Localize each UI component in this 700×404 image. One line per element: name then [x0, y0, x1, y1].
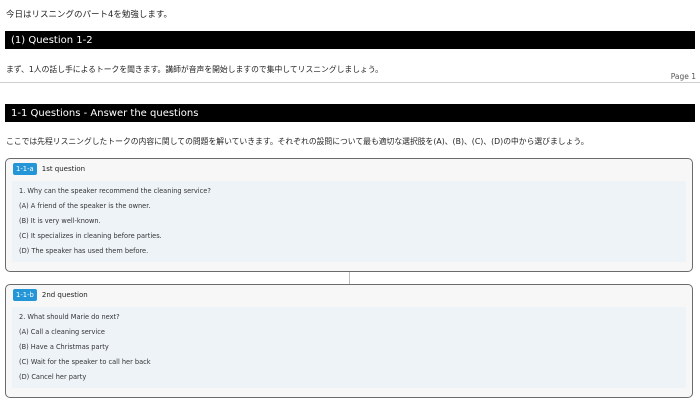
question-badge: 1-1-b [13, 289, 37, 301]
question-header: 1-1-b 2nd question [6, 285, 692, 305]
question-card: 1-1-a 1st question 1. Why can the speake… [5, 158, 693, 272]
section-title: 1-1 Questions - Answer the questions [11, 107, 199, 119]
question-text: 1. Why can the speaker recommend the cle… [19, 187, 211, 195]
question-body: 1. Why can the speaker recommend the cle… [12, 181, 686, 262]
page-divider [0, 82, 700, 83]
answer-option[interactable]: (A) A friend of the speaker is the owner… [19, 202, 150, 210]
answer-option[interactable]: (C) It specializes in cleaning before pa… [19, 232, 162, 240]
section-title: (1) Question 1-2 [11, 34, 93, 46]
question-header: 1-1-a 1st question [6, 159, 692, 179]
card-connector [349, 272, 350, 284]
question-body: 2. What should Marie do next? (A) Call a… [12, 307, 686, 388]
question-card: 1-1-b 2nd question 2. What should Marie … [5, 284, 693, 398]
question-badge: 1-1-a [13, 163, 37, 175]
answer-option[interactable]: (C) Wait for the speaker to call her bac… [19, 358, 151, 366]
question-title: 1st question [41, 165, 86, 173]
section-description: ここでは先程リスニングしたトークの内容に関しての問題を解いていきます。それぞれの… [6, 137, 589, 146]
section-header-answer: 1-1 Questions - Answer the questions [5, 104, 695, 122]
answer-option[interactable]: (B) It is very well-known. [19, 217, 101, 225]
section-description: まず、1人の話し手によるトークを聞きます。講師が音声を開始しますので集中してリス… [6, 65, 383, 74]
section-header-question: (1) Question 1-2 [5, 31, 695, 49]
answer-option[interactable]: (A) Call a cleaning service [19, 328, 105, 336]
question-text: 2. What should Marie do next? [19, 313, 120, 321]
page-number: Page 1 [670, 72, 696, 81]
question-title: 2nd question [41, 291, 88, 299]
answer-option[interactable]: (D) Cancel her party [19, 373, 86, 381]
answer-option[interactable]: (B) Have a Christmas party [19, 343, 109, 351]
intro-text: 今日はリスニングのパート4を勉強します。 [6, 10, 173, 20]
answer-option[interactable]: (D) The speaker has used them before. [19, 247, 148, 255]
